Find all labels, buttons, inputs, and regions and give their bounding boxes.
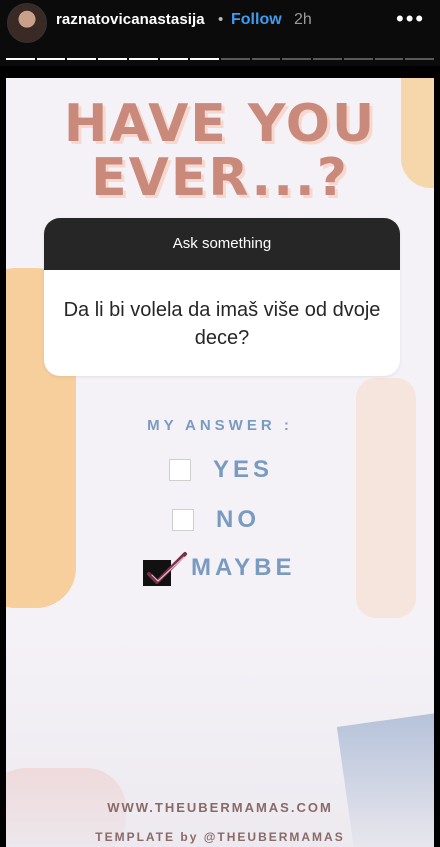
progress-segment — [98, 58, 127, 60]
progress-segment — [405, 58, 435, 60]
follow-button[interactable]: Follow — [231, 11, 282, 29]
post-time: 2h — [294, 11, 312, 28]
story-progress-bar — [6, 58, 435, 61]
separator-dot: • — [218, 11, 224, 28]
option-label: MAYBE — [191, 554, 296, 581]
story-header: raznatovicanastasija • Follow 2h ••• — [0, 0, 440, 66]
answer-title: MY ANSWER : — [147, 417, 293, 434]
progress-segment — [128, 58, 158, 60]
bottom-fade — [6, 638, 434, 847]
question-sticker[interactable]: Ask something Da li bi volela da imaš vi… — [44, 218, 400, 376]
progress-segment — [251, 58, 281, 60]
progress-segment — [221, 58, 250, 60]
option-maybe: MAYBE — [143, 552, 296, 586]
progress-segment — [313, 58, 342, 60]
option-label: YES — [213, 456, 274, 483]
headline-line-2: EVER...? — [91, 148, 349, 208]
progress-segment — [159, 58, 189, 60]
more-options-icon[interactable]: ••• — [396, 6, 425, 32]
progress-segment — [190, 58, 220, 60]
option-label: NO — [216, 506, 260, 533]
question-sticker-header: Ask something — [44, 218, 400, 270]
footer-website: WWW.THEUBERMAMAS.COM — [107, 800, 333, 815]
checkbox-empty-icon — [169, 459, 191, 481]
option-no: NO — [172, 506, 260, 534]
progress-segment — [343, 58, 373, 60]
progress-segment — [6, 58, 35, 60]
avatar[interactable] — [7, 3, 47, 43]
footer-credit: TEMPLATE by @THEUBERMAMAS — [95, 830, 345, 844]
progress-segment — [374, 58, 404, 60]
progress-segment — [67, 58, 97, 60]
username[interactable]: raznatovicanastasija — [56, 11, 205, 28]
decor-shape — [356, 378, 416, 618]
checkbox-empty-icon — [172, 509, 194, 531]
question-text: Da li bi volela da imaš više od dvoje de… — [63, 299, 381, 349]
headline-line-1: HAVE YOU — [63, 94, 377, 154]
progress-segment — [36, 58, 66, 60]
progress-segment — [282, 58, 312, 60]
checkmark-icon — [143, 552, 187, 586]
story-content[interactable]: HAVE YOU EVER...? Ask something Da li bi… — [6, 78, 434, 847]
option-yes: YES — [169, 456, 273, 484]
